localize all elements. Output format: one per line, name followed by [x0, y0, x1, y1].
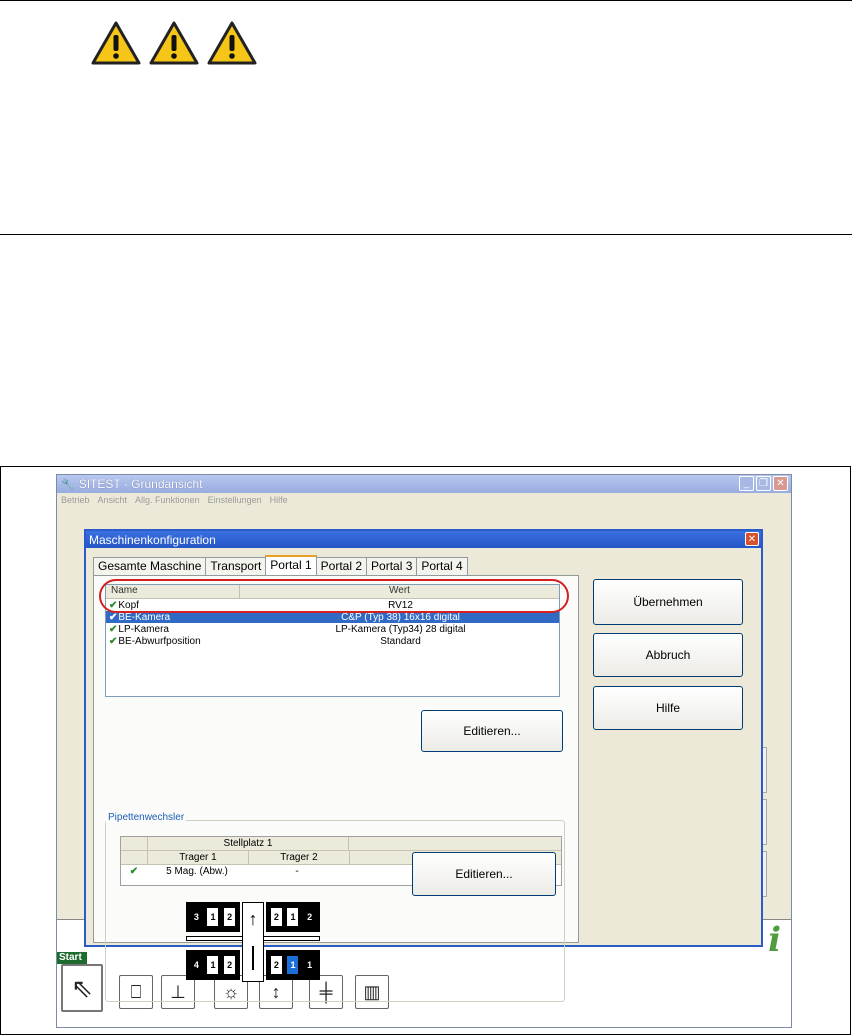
help-button[interactable]: Hilfe — [593, 686, 743, 730]
menu-betrieb[interactable]: Betrieb — [61, 495, 90, 505]
close-button[interactable]: ✕ — [773, 476, 788, 491]
pipette-changer-diagram: 3 1 2 2 1 2 ↑ 4 1 2 2 1 1 — [186, 902, 322, 982]
check-icon: ✔ — [109, 611, 118, 623]
app-title: SITEST - Grundansicht — [78, 477, 203, 491]
tab-strip: Gesamte Maschine Transport Portal 1 Port… — [93, 555, 468, 576]
pipette-group-label: Pipettenwechsler — [106, 812, 187, 823]
slot: 2 — [270, 908, 282, 926]
stellplatz-header[interactable]: Stellplatz 1 — [148, 837, 349, 850]
warning-icon — [149, 21, 199, 65]
top-rule — [0, 0, 852, 1]
slot: 1 — [287, 908, 299, 926]
trager-1-value: 5 Mag. (Abw.) — [166, 866, 228, 877]
check-icon: ✔ — [109, 599, 118, 611]
info-icon[interactable]: i — [768, 920, 781, 960]
tab-portal-2[interactable]: Portal 2 — [315, 557, 368, 575]
pointer-arrow-icon[interactable]: ⇖ — [61, 964, 103, 1012]
slot-label: 1 — [304, 956, 316, 974]
app-titlebar[interactable]: 🔧 SITEST - Grundansicht _ ❐ ✕ — [57, 475, 791, 493]
minimize-button[interactable]: _ — [739, 476, 754, 491]
warning-icon — [91, 21, 141, 65]
slot: 2 — [224, 908, 236, 926]
menu-ansicht[interactable]: Ansicht — [98, 495, 128, 505]
config-list: Name Wert ✔ Kopf RV12 ✔ BE-Kamera C&P (Typ… — [105, 584, 560, 697]
tab-gesamte-maschine[interactable]: Gesamte Maschine — [93, 557, 207, 575]
restore-button[interactable]: ❐ — [756, 476, 771, 491]
machine-config-dialog: Maschinenkonfiguration ✕ Gesamte Maschin… — [84, 529, 763, 1002]
item-value: Standard — [380, 635, 421, 647]
pipette-edit-button[interactable]: Editieren... — [412, 852, 556, 896]
list-item[interactable]: ✔ Kopf RV12 — [106, 599, 559, 611]
wrench-icon: 🔧 — [61, 478, 75, 491]
slot: 1 — [207, 908, 219, 926]
magazine-block-bottom-right: 2 1 1 — [266, 950, 320, 980]
tab-portal-3[interactable]: Portal 3 — [366, 557, 418, 575]
slot: 2 — [224, 956, 236, 974]
item-value: LP-Kamera (Typ34) 28 digital — [335, 623, 466, 635]
edit-button[interactable]: Editieren... — [421, 710, 563, 752]
start-tab[interactable]: Start — [57, 952, 87, 964]
dialog-title: Maschinenkonfiguration — [89, 532, 216, 547]
dialog-titlebar[interactable]: Maschinenkonfiguration ✕ — [86, 531, 761, 548]
section-rule — [0, 234, 852, 235]
tab-transport[interactable]: Transport — [205, 557, 267, 575]
center-line — [252, 946, 254, 970]
check-icon: ✔ — [109, 635, 118, 647]
up-arrow-icon: ↑ — [248, 909, 258, 929]
list-item[interactable]: ✔ LP-Kamera LP-Kamera (Typ34) 28 digital — [106, 623, 559, 635]
tab-panel-portal-1: Name Wert ✔ Kopf RV12 ✔ BE-Kamera C&P (Typ… — [93, 575, 579, 1002]
item-value: RV12 — [388, 599, 413, 611]
trager-2-header[interactable]: Trager 2 — [249, 851, 350, 864]
item-name: LP-Kamera — [118, 623, 169, 635]
slot: 1 — [207, 956, 219, 974]
apply-button[interactable]: Übernehmen — [593, 579, 743, 625]
item-name: Kopf — [118, 599, 139, 611]
slot-highlighted: 1 — [287, 956, 299, 974]
menu-allg-funktionen[interactable]: Allg. Funktionen — [135, 495, 200, 505]
dialog-close-button[interactable]: ✕ — [745, 532, 759, 546]
item-name: BE-Kamera — [118, 611, 171, 623]
magazine-block-top-right: 2 1 2 — [266, 902, 320, 932]
trager-1-header[interactable]: Trager 1 — [148, 851, 249, 864]
list-item[interactable]: ✔ BE-Abwurfposition Standard — [106, 635, 559, 647]
tab-portal-4[interactable]: Portal 4 — [416, 557, 468, 575]
column-name[interactable]: Name — [106, 585, 240, 598]
slot: 2 — [270, 956, 282, 974]
cancel-button[interactable]: Abbruch — [593, 633, 743, 677]
item-value: C&P (Typ 38) 16x16 digital — [341, 611, 460, 623]
warning-icons — [90, 20, 258, 66]
column-wert[interactable]: Wert — [240, 585, 559, 598]
magazine-block-bottom-left: 4 1 2 — [186, 950, 240, 980]
slot-label: 4 — [190, 956, 202, 974]
tab-portal-1[interactable]: Portal 1 — [265, 555, 317, 576]
list-item-selected[interactable]: ✔ BE-Kamera C&P (Typ 38) 16x16 digital — [106, 611, 559, 623]
item-name: BE-Abwurfposition — [118, 635, 201, 647]
check-icon: ✔ — [109, 623, 118, 635]
check-icon: ✔ — [129, 866, 139, 877]
menu-hilfe[interactable]: Hilfe — [270, 495, 288, 505]
slot-label: 3 — [190, 908, 202, 926]
warning-icon — [207, 21, 257, 65]
slot-label: 2 — [304, 908, 316, 926]
trager-2-value: - — [295, 866, 299, 877]
menu-bar: Betrieb Ansicht Allg. Funktionen Einstel… — [57, 493, 791, 507]
list-header: Name Wert — [106, 585, 559, 599]
menu-einstellungen[interactable]: Einstellungen — [208, 495, 262, 505]
magazine-block-top-left: 3 1 2 — [186, 902, 240, 932]
pipette-table-header: Stellplatz 1 — [121, 837, 561, 851]
